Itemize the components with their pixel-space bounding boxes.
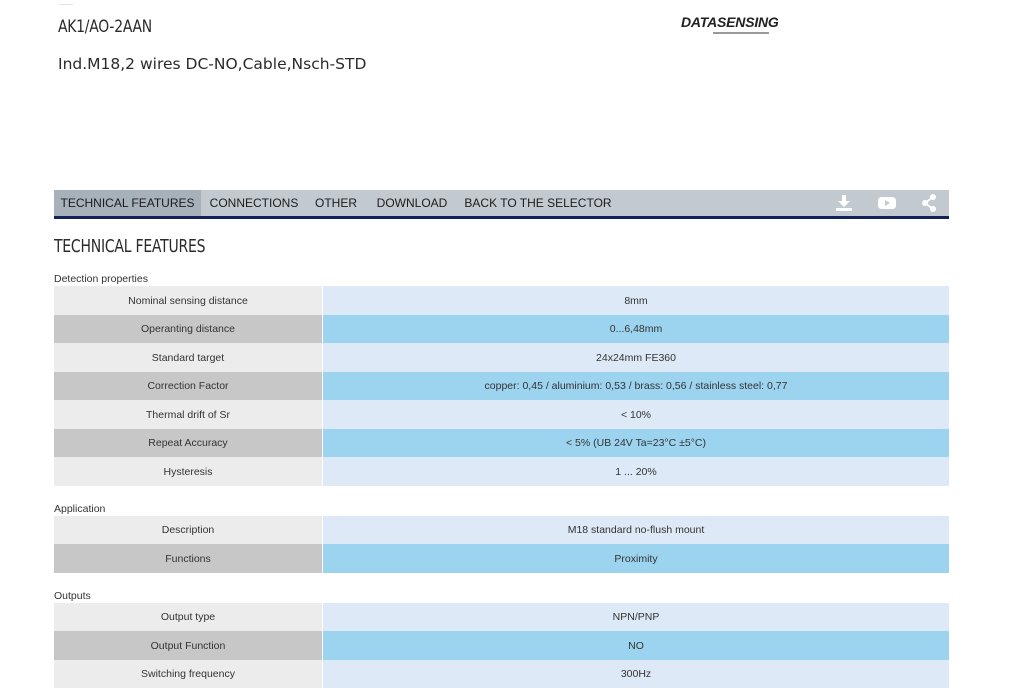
spec-value: < 5% (UB 24V Ta=23°C ±5°C) [323, 429, 949, 457]
feature-tabs-bar: TECHNICAL FEATURES CONNECTIONS OTHER DOW… [54, 190, 949, 216]
tab-technical-features[interactable]: TECHNICAL FEATURES [54, 190, 201, 216]
tab-connections[interactable]: CONNECTIONS [208, 190, 300, 216]
spec-label: Operanting distance [54, 315, 322, 343]
spec-value: 24x24mm FE360 [323, 343, 949, 372]
tab-download[interactable]: DOWNLOAD [374, 190, 450, 216]
spec-value: 8mm [323, 286, 949, 315]
youtube-icon[interactable] [876, 193, 898, 213]
table-row: Functions Proximity [54, 544, 949, 573]
spec-label: Hysteresis [54, 457, 322, 486]
product-description: Ind.M18,2 wires DC-NO,Cable,Nsch-STD [58, 55, 367, 73]
spec-value: copper: 0,45 / aluminium: 0,53 / brass: … [323, 372, 949, 400]
tabs-underline [54, 216, 949, 219]
spec-label: Thermal drift of Sr [54, 400, 322, 429]
table-row: Standard target 24x24mm FE360 [54, 343, 949, 372]
table-row: Operanting distance 0...6,48mm [54, 315, 949, 343]
logo-tagline-graphic [713, 32, 769, 34]
spec-label: Functions [54, 544, 322, 573]
top-divider [59, 4, 73, 5]
spec-value: 0...6,48mm [323, 315, 949, 343]
spec-label: Standard target [54, 343, 322, 372]
section-title: TECHNICAL FEATURES [54, 237, 206, 257]
table-row: Nominal sensing distance 8mm [54, 286, 949, 315]
table-row: Description M18 standard no-flush mount [54, 516, 949, 544]
spec-value: NPN/PNP [323, 603, 949, 631]
group-label-detection-properties: Detection properties [54, 273, 148, 285]
spec-label: Correction Factor [54, 372, 322, 400]
spec-label: Output Function [54, 631, 322, 660]
tab-back-to-selector[interactable]: BACK TO THE SELECTOR [463, 190, 613, 216]
spec-value: 300Hz [323, 660, 949, 688]
spec-label: Output type [54, 603, 322, 631]
spec-value: NO [323, 631, 949, 660]
table-row: Correction Factor copper: 0,45 / alumini… [54, 372, 949, 400]
spec-value: 1 ... 20% [323, 457, 949, 486]
table-row: Thermal drift of Sr < 10% [54, 400, 949, 429]
spec-label: Switching frequency [54, 660, 322, 688]
table-row: Switching frequency 300Hz [54, 660, 949, 688]
datasensing-logo[interactable]: DATASENSING [681, 14, 779, 38]
group-label-outputs: Outputs [54, 590, 91, 602]
table-row: Repeat Accuracy < 5% (UB 24V Ta=23°C ±5°… [54, 429, 949, 457]
spec-value: M18 standard no-flush mount [323, 516, 949, 544]
share-icon[interactable] [918, 193, 940, 213]
spec-label: Description [54, 516, 322, 544]
spec-label: Repeat Accuracy [54, 429, 322, 457]
logo-text: DATASENSING [681, 14, 779, 30]
group-label-application: Application [54, 503, 106, 515]
download-icon[interactable] [833, 193, 855, 213]
spec-value: < 10% [323, 400, 949, 429]
spec-label: Nominal sensing distance [54, 286, 322, 315]
table-row: Hysteresis 1 ... 20% [54, 457, 949, 486]
product-code: AK1/AO-2AAN [58, 17, 152, 37]
table-row: Output type NPN/PNP [54, 603, 949, 631]
spec-value: Proximity [323, 544, 949, 573]
table-row: Output Function NO [54, 631, 949, 660]
tab-other[interactable]: OTHER [311, 190, 361, 216]
